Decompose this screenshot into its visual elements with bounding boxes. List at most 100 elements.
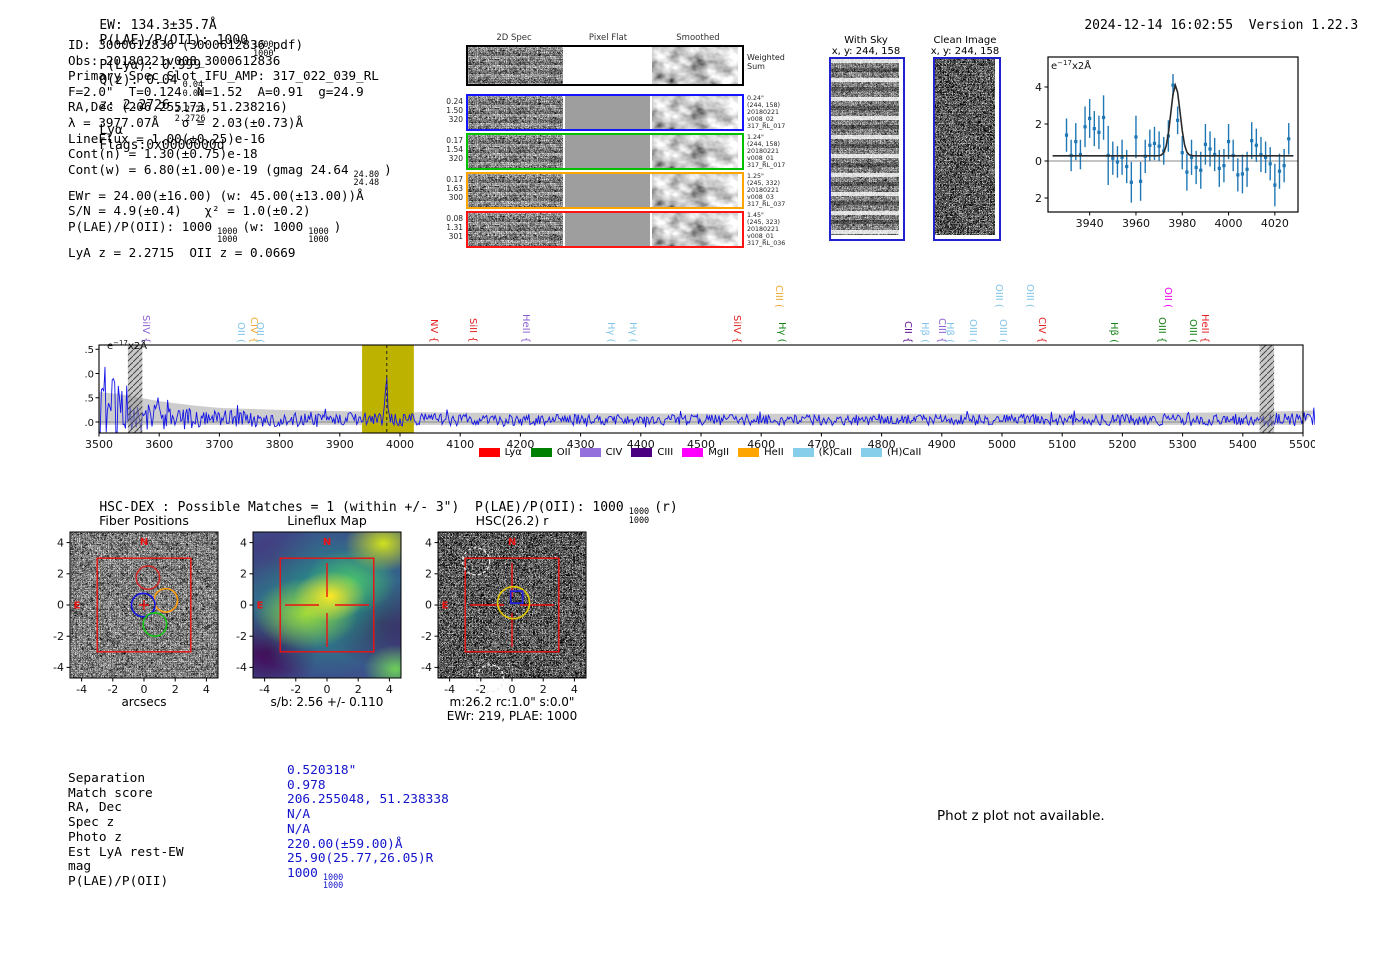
spec2d-left-label: 320 xyxy=(448,115,463,124)
spec2d-row-left-labels: 0.17 1.63 300 xyxy=(440,175,463,202)
hsc-cutout-panel: HSC(26.2) r -4 -2 0 2 4 4 2 0 -2 -4 N Em:26.2 rc:1.0… xyxy=(408,512,598,727)
match-field-label: RA, Dec xyxy=(68,800,122,816)
y-tick-label: 0.0 xyxy=(85,418,94,429)
legend-item: CIV xyxy=(579,447,622,458)
legend-label: HeII xyxy=(764,447,784,458)
info-lambda-sigma: λ = 3977.07Å σ = 2.03(±0.73)Å xyxy=(68,114,304,130)
match-field-label: Est LyA rest-EW xyxy=(68,844,184,860)
flux-unit-suffix: x2Å xyxy=(1072,59,1091,72)
info-ewr: EWr = 24.00(±16.00) (w: 45.00(±13.00))Å xyxy=(68,187,364,203)
match-value-fraction: 1000 1000 xyxy=(323,874,343,891)
spec2d-cell-smoothed xyxy=(652,135,738,168)
data-point xyxy=(1074,139,1078,144)
spec2d-row xyxy=(466,45,744,86)
spec2d-row xyxy=(466,94,744,131)
x-tick-label: 3960 xyxy=(1122,217,1150,230)
legend-swatch xyxy=(861,448,883,457)
spectral-line-marker-layer: SiIV {OII (CIV {OII (NV {SiII {HeII {Hγ … xyxy=(85,258,1315,344)
full-spectrum-chart: 0.02.55.07.53500360037003800390040004100… xyxy=(85,339,1315,451)
spec2d-cell-smoothed xyxy=(652,174,738,207)
info-id: ID: 3000612836 (3000612836.pdf) xyxy=(68,37,304,52)
data-point xyxy=(1217,166,1221,170)
legend-swatch xyxy=(579,448,601,457)
x-tick-label: 3700 xyxy=(205,438,233,451)
data-point xyxy=(1287,137,1291,141)
data-point xyxy=(1273,183,1277,187)
spec2d-cell-smoothed xyxy=(652,47,738,84)
spec2d-right-label: 317_RL_017 xyxy=(747,161,786,169)
with-sky-coords: x, y: 244, 158 xyxy=(831,46,901,57)
match-field-value: 0.520318" xyxy=(287,763,357,778)
x-tick-label: 3940 xyxy=(1076,217,1104,230)
y-tick-label: 0 xyxy=(1035,155,1042,168)
data-point xyxy=(1282,164,1286,168)
photz-unavailable-notice: Phot z plot not available. xyxy=(937,808,1105,824)
y-tick-label: 2 xyxy=(425,568,432,581)
report-datetime: 2024-12-14 16:02:55 xyxy=(1084,18,1234,33)
legend-item: (K)CaII xyxy=(792,447,852,458)
x-tick-label: 3500 xyxy=(85,438,113,451)
data-point xyxy=(1064,133,1069,137)
data-point xyxy=(1250,139,1254,143)
y-tick-label: 5.0 xyxy=(85,369,94,380)
plae-fraction-1: 1000 1000 xyxy=(217,228,237,245)
match-field-value: N/A xyxy=(287,807,311,823)
legend-swatch xyxy=(478,448,500,457)
line-fit-chart: -2 0 2 4 3940 3960 3980 4000 4020 e−17x2Å xyxy=(1035,56,1299,230)
cutout-title: Lineflux Map xyxy=(287,513,367,528)
y-tick-label: 4 xyxy=(1035,81,1042,94)
x-tick-label: 4020 xyxy=(1261,217,1289,230)
spec2d-row xyxy=(466,172,744,209)
spec2d-row-right-labels: 1.24" (244, 158) 20180221 v008_01 317_RL_017 xyxy=(747,134,799,170)
data-point xyxy=(1148,143,1152,147)
y-tick-label: 2 xyxy=(1035,118,1042,131)
data-point xyxy=(1268,162,1272,166)
frac-bottom: 1000 xyxy=(308,235,329,246)
cutout-xlabel: arcsecs xyxy=(121,695,167,709)
y-tick-label: 0 xyxy=(425,599,432,612)
cutout-xlabel: s/b: 2.56 +/- 0.110 xyxy=(270,695,384,709)
data-point xyxy=(1171,83,1175,87)
data-point xyxy=(1088,116,1092,121)
clean-image xyxy=(933,57,1001,241)
spec2d-left-label: 300 xyxy=(448,193,463,202)
spectrum-legend: Lyα OII CIV CIII MgII HeII (K)CaII (H)CaII xyxy=(420,447,980,458)
spec2d-cell-smoothed xyxy=(652,96,738,129)
spec2d-row-right-labels: 1.45" (245, 323) 20180221 v008_01 317_RL_036 xyxy=(747,212,799,248)
x-tick-label: 5100 xyxy=(1048,438,1076,451)
flux-unit-exp: −17 xyxy=(1057,59,1072,67)
spec2d-col-header: Smoothed xyxy=(676,33,720,43)
y-tick-label: 4 xyxy=(425,536,432,549)
spec2d-left-label: 0.17 xyxy=(446,136,463,145)
spec2d-row-left-labels: 0.24 1.50 320 xyxy=(440,97,463,124)
plae-fraction-2: 1000 1000 xyxy=(308,228,328,245)
legend-item: MgII xyxy=(682,447,729,458)
spec2d-left-label: 0.08 xyxy=(446,214,463,223)
flux-unit-label: e−17x2Å xyxy=(107,339,147,352)
spec2d-cell-pixelflat xyxy=(565,174,650,207)
flux-unit-exp: −17 xyxy=(113,339,128,347)
frac-bottom: 24.48 xyxy=(353,178,380,189)
spec2d-left-label: 0.17 xyxy=(446,175,463,184)
report-version: Version 1.22.3 xyxy=(1248,18,1359,33)
legend-item: HeII xyxy=(738,447,784,458)
data-point xyxy=(1194,165,1198,170)
match-field-label: mag xyxy=(68,859,92,875)
lineflux-map-panel: Lineflux Map -4 -2 0 2 4 4 2 0 -2 -4 N Es/b: 2.56 +/… xyxy=(223,512,413,712)
spec2d-left-label: 1.54 xyxy=(446,145,463,154)
info-cont-w-close: ) xyxy=(384,161,392,177)
legend-swatch xyxy=(738,448,760,457)
x-tick-label: 5500 xyxy=(1289,438,1315,451)
spec2d-trace-stripes xyxy=(468,174,563,207)
spec2d-left-label: 1.50 xyxy=(446,106,463,115)
hscdex-band: (r) xyxy=(654,500,678,515)
spec2d-right-label: 317_RL_037 xyxy=(747,200,786,208)
match-field-label: Spec z xyxy=(68,815,115,831)
y-tick-label: -2 xyxy=(236,630,247,643)
spec2d-smoothed-texture xyxy=(652,47,738,84)
data-point xyxy=(1092,127,1096,131)
spec2d-row-left-labels: 0.17 1.54 320 xyxy=(440,136,463,163)
masked-band-hatch xyxy=(1259,345,1275,433)
y-tick-label: 4 xyxy=(240,536,247,549)
info-primary-spec: Primary Spec_Slot_IFU_AMP: 317_022_039_R… xyxy=(68,68,379,84)
